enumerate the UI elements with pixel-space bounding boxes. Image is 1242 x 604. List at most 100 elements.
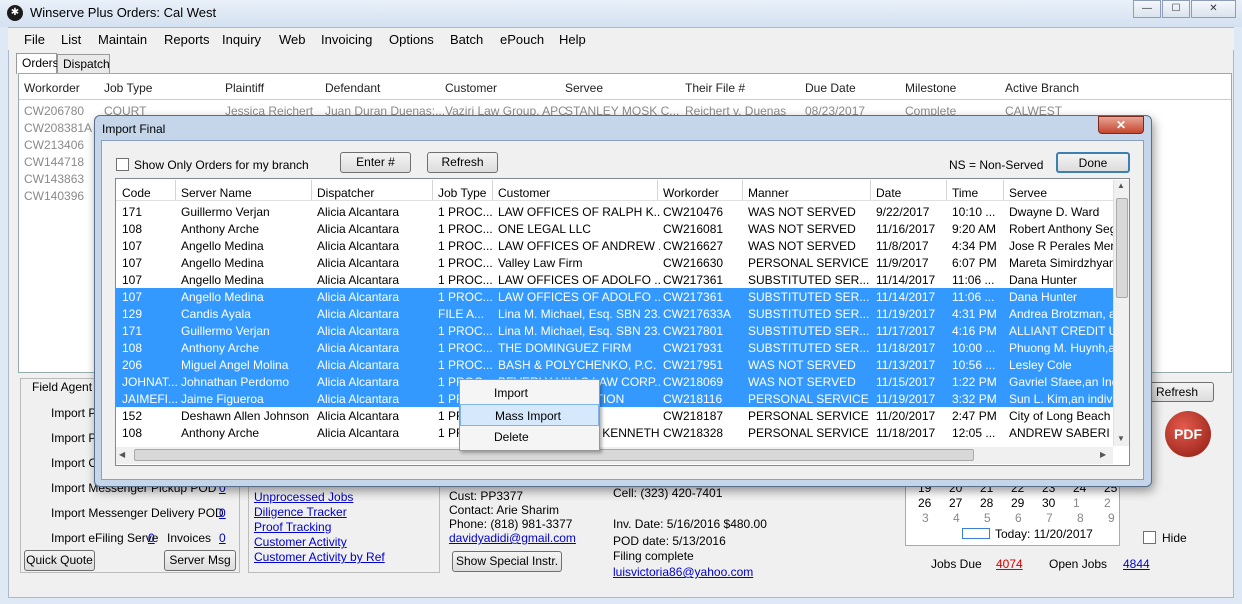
context-menu-import[interactable]: Import bbox=[460, 382, 599, 404]
calendar-day[interactable]: 7 bbox=[1046, 511, 1053, 525]
menu-maintain[interactable]: Maintain bbox=[98, 32, 147, 47]
orders-workorder[interactable]: CW144718 bbox=[24, 155, 84, 169]
scroll-down-icon[interactable]: ▼ bbox=[1117, 434, 1125, 443]
orders-workorder[interactable]: CW208381A bbox=[24, 121, 92, 135]
calendar-day[interactable]: 8 bbox=[1077, 511, 1084, 525]
vertical-scrollbar[interactable]: ▲ ▼ bbox=[1113, 180, 1129, 446]
import-row[interactable]: 171 Guillermo Verjan Alicia Alcantara 1 PRO… bbox=[116, 322, 1113, 339]
import-row[interactable]: JOHNAT... Johnathan Perdomo Alicia Alcanta… bbox=[116, 373, 1113, 390]
calendar-day[interactable]: 5 bbox=[984, 511, 991, 525]
efiling-count-link[interactable]: 0 bbox=[148, 531, 155, 545]
import-row[interactable]: 107 Angello Medina Alicia Alcantara 1 PROC.… bbox=[116, 237, 1113, 254]
menu-options[interactable]: Options bbox=[389, 32, 434, 47]
orders-workorder[interactable]: CW213406 bbox=[24, 138, 84, 152]
window-close-icon[interactable]: ✕ bbox=[1191, 0, 1236, 18]
calendar-day[interactable]: 27 bbox=[949, 496, 962, 510]
enter-number-button[interactable]: Enter # bbox=[340, 152, 411, 173]
scroll-left-icon[interactable]: ◀ bbox=[119, 450, 125, 459]
orders-col-customer[interactable]: Customer bbox=[445, 81, 497, 95]
import-row[interactable]: 152 Deshawn Allen Johnson Alicia Alcantara… bbox=[116, 407, 1113, 424]
orders-col-plaintiff[interactable]: Plaintiff bbox=[225, 81, 264, 95]
import-row[interactable]: 129 Candis Ayala Alicia Alcantara FILE A...… bbox=[116, 305, 1113, 322]
minimize-icon[interactable]: — bbox=[1133, 0, 1161, 18]
menu-batch[interactable]: Batch bbox=[450, 32, 483, 47]
menu-epouch[interactable]: ePouch bbox=[500, 32, 544, 47]
diligence-tracker-link[interactable]: Diligence Tracker bbox=[254, 505, 347, 519]
orders-col-jobtype[interactable]: Job Type bbox=[104, 81, 152, 95]
menu-inquiry[interactable]: Inquiry bbox=[222, 32, 261, 47]
orders-workorder[interactable]: CW206780 bbox=[24, 104, 84, 118]
orders-col-defendant[interactable]: Defendant bbox=[325, 81, 380, 95]
menu-invoicing[interactable]: Invoicing bbox=[321, 32, 372, 47]
orders-col-milestone[interactable]: Milestone bbox=[905, 81, 956, 95]
orders-col-due-date[interactable]: Due Date bbox=[805, 81, 856, 95]
calendar-day[interactable]: 30 bbox=[1042, 496, 1055, 510]
menu-reports[interactable]: Reports bbox=[164, 32, 210, 47]
context-menu-delete[interactable]: Delete bbox=[460, 426, 599, 448]
maximize-icon[interactable]: ☐ bbox=[1162, 0, 1190, 18]
import-row[interactable]: 108Anthony ArcheAlicia Alcantara1 PROC..… bbox=[116, 424, 1113, 441]
import-row[interactable]: 108Anthony ArcheAlicia Alcantara1 PROC..… bbox=[116, 339, 1113, 356]
menu-list[interactable]: List bbox=[61, 32, 81, 47]
orders-col-servee[interactable]: Servee bbox=[565, 81, 603, 95]
today-label[interactable]: Today: 11/20/2017 bbox=[995, 527, 1093, 541]
orders-workorder[interactable]: CW143863 bbox=[24, 172, 84, 186]
horizontal-scrollbar[interactable]: ◀ ▶ bbox=[116, 447, 1113, 464]
proof-tracking-link[interactable]: Proof Tracking bbox=[254, 520, 331, 534]
orders-col-active-branch[interactable]: Active Branch bbox=[1005, 81, 1079, 95]
vertical-scroll-thumb[interactable] bbox=[1116, 198, 1128, 298]
list-col-workorder[interactable]: Workorder bbox=[663, 186, 719, 200]
menu-web[interactable]: Web bbox=[279, 32, 306, 47]
server-msg-button[interactable]: Server Msg bbox=[164, 550, 236, 571]
jobs-due-link[interactable]: 4074 bbox=[996, 557, 1023, 571]
calendar-day[interactable]: 2 bbox=[1104, 496, 1111, 510]
show-special-instr-button[interactable]: Show Special Instr. bbox=[452, 551, 562, 572]
orders-col-their-file[interactable]: Their File # bbox=[685, 81, 745, 95]
list-col-server-name[interactable]: Server Name bbox=[181, 186, 252, 200]
calendar-day[interactable]: 9 bbox=[1108, 511, 1115, 525]
list-col-manner[interactable]: Manner bbox=[748, 186, 789, 200]
calendar-day[interactable]: 29 bbox=[1011, 496, 1024, 510]
menu-file[interactable]: File bbox=[24, 32, 45, 47]
dialog-refresh-button[interactable]: Refresh bbox=[427, 152, 498, 173]
orders-workorder[interactable]: CW140396 bbox=[24, 189, 84, 203]
email-link[interactable]: luisvictoria86@yahoo.com bbox=[613, 565, 753, 579]
list-col-servee[interactable]: Servee bbox=[1009, 186, 1047, 200]
import-row[interactable]: 107 Angello Medina Alicia Alcantara 1 PROC.… bbox=[116, 288, 1113, 305]
import-row[interactable]: JAIMEFI... Jaime Figueroa Alicia Alcantara… bbox=[116, 390, 1113, 407]
tab-orders[interactable]: Orders bbox=[16, 53, 59, 74]
done-button[interactable]: Done bbox=[1056, 152, 1130, 173]
list-col-date[interactable]: Date bbox=[876, 186, 901, 200]
import-row[interactable]: 171 Guillermo Verjan Alicia Alcantara 1 PRO… bbox=[116, 203, 1113, 220]
delivery-count-link[interactable]: 0 bbox=[219, 506, 226, 520]
tab-dispatch[interactable]: Dispatch bbox=[57, 54, 110, 73]
open-jobs-link[interactable]: 4844 bbox=[1123, 557, 1150, 571]
list-col-code[interactable]: Code bbox=[122, 186, 151, 200]
calendar-day[interactable]: 26 bbox=[918, 496, 931, 510]
orders-col-workorder[interactable]: Workorder bbox=[24, 81, 80, 95]
calendar-day[interactable]: 3 bbox=[922, 511, 929, 525]
customer-activity-link[interactable]: Customer Activity bbox=[254, 535, 347, 549]
dialog-close-icon[interactable]: ✕ bbox=[1098, 116, 1144, 134]
customer-email-link[interactable]: davidyadidi@gmail.com bbox=[449, 531, 576, 545]
calendar-day[interactable]: 6 bbox=[1015, 511, 1022, 525]
import-row[interactable]: 107 Angello Medina Alicia Alcantara 1 PROC.… bbox=[116, 254, 1113, 271]
list-col-job-type[interactable]: Job Type bbox=[438, 186, 486, 200]
import-row[interactable]: 108Anthony ArcheAlicia Alcantara1 PROC..… bbox=[116, 220, 1113, 237]
scroll-right-icon[interactable]: ▶ bbox=[1100, 450, 1106, 459]
hide-checkbox[interactable] bbox=[1143, 531, 1156, 544]
scroll-up-icon[interactable]: ▲ bbox=[1117, 181, 1125, 190]
import-row[interactable]: 206 Miguel Angel Molina Alicia Alcantara 1 … bbox=[116, 356, 1113, 373]
list-col-customer[interactable]: Customer bbox=[498, 186, 550, 200]
list-col-time[interactable]: Time bbox=[952, 186, 978, 200]
show-only-branch-checkbox[interactable] bbox=[116, 158, 129, 171]
calendar-day[interactable]: 28 bbox=[980, 496, 993, 510]
customer-activity-by-ref-link[interactable]: Customer Activity by Ref bbox=[254, 550, 385, 564]
menu-help[interactable]: Help bbox=[559, 32, 586, 47]
calendar-day[interactable]: 4 bbox=[953, 511, 960, 525]
invoices-count-link[interactable]: 0 bbox=[219, 531, 226, 545]
list-col-dispatcher[interactable]: Dispatcher bbox=[317, 186, 374, 200]
import-row[interactable]: 107 Angello Medina Alicia Alcantara 1 PROC.… bbox=[116, 271, 1113, 288]
calendar-day[interactable]: 1 bbox=[1073, 496, 1080, 510]
quick-quote-button[interactable]: Quick Quote bbox=[24, 550, 95, 571]
